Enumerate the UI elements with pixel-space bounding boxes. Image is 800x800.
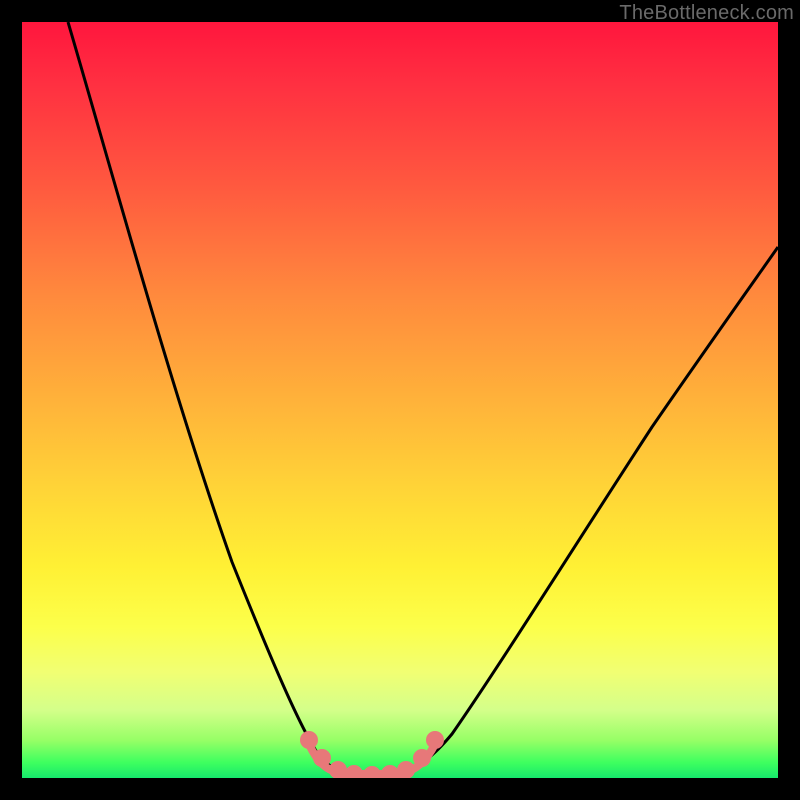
chart-frame: TheBottleneck.com bbox=[0, 0, 800, 800]
bottleneck-curve bbox=[22, 22, 778, 778]
curve-left-arm bbox=[68, 22, 344, 772]
curve-right-arm bbox=[402, 247, 778, 772]
watermark-text: TheBottleneck.com bbox=[619, 2, 794, 25]
plot-area bbox=[22, 22, 778, 778]
trough-marker bbox=[304, 735, 440, 778]
